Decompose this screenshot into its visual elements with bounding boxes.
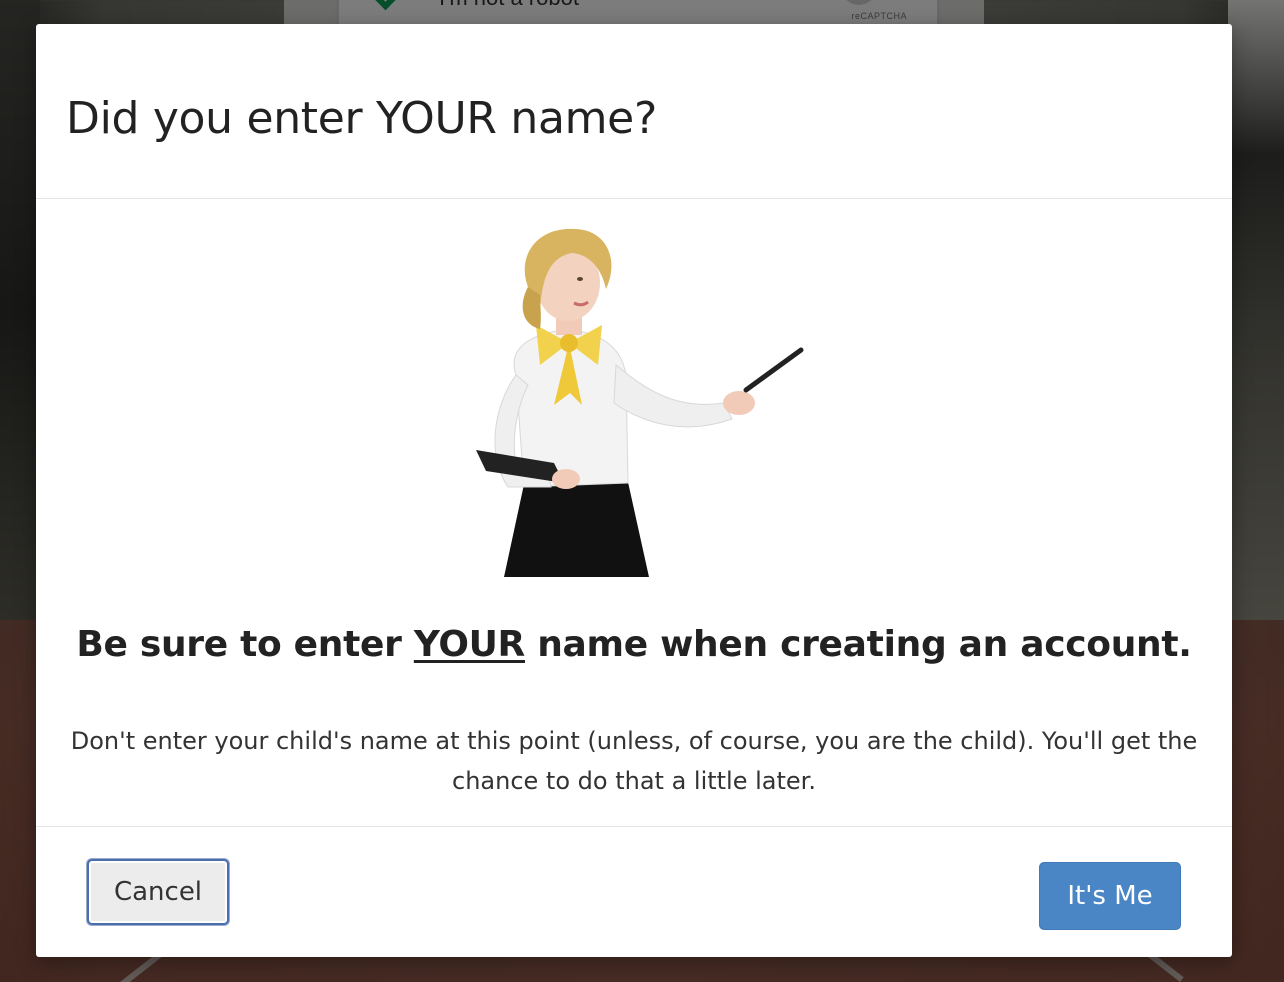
dialog-title: Did you enter YOUR name? [66, 93, 658, 144]
headline: Be sure to enter YOUR name when creating… [36, 624, 1232, 665]
headline-start: Be sure to enter [76, 624, 414, 665]
headline-end: name when creating an account. [524, 624, 1192, 665]
confirm-name-dialog: Did you enter YOUR name? Be sure to ente… [36, 24, 1232, 957]
presenter-woman-pointing-illustration [476, 228, 804, 577]
cancel-button[interactable]: Cancel [87, 859, 229, 925]
instruction-text: Don't enter your child's name at this po… [70, 727, 1198, 795]
its-me-button[interactable]: It's Me [1039, 862, 1181, 930]
dialog-body: Be sure to enter YOUR name when creating… [36, 199, 1232, 827]
dialog-header: Did you enter YOUR name? [36, 24, 1232, 199]
dialog-footer: Cancel It's Me [36, 827, 1232, 957]
headline-emphasis: YOUR [413, 624, 525, 665]
